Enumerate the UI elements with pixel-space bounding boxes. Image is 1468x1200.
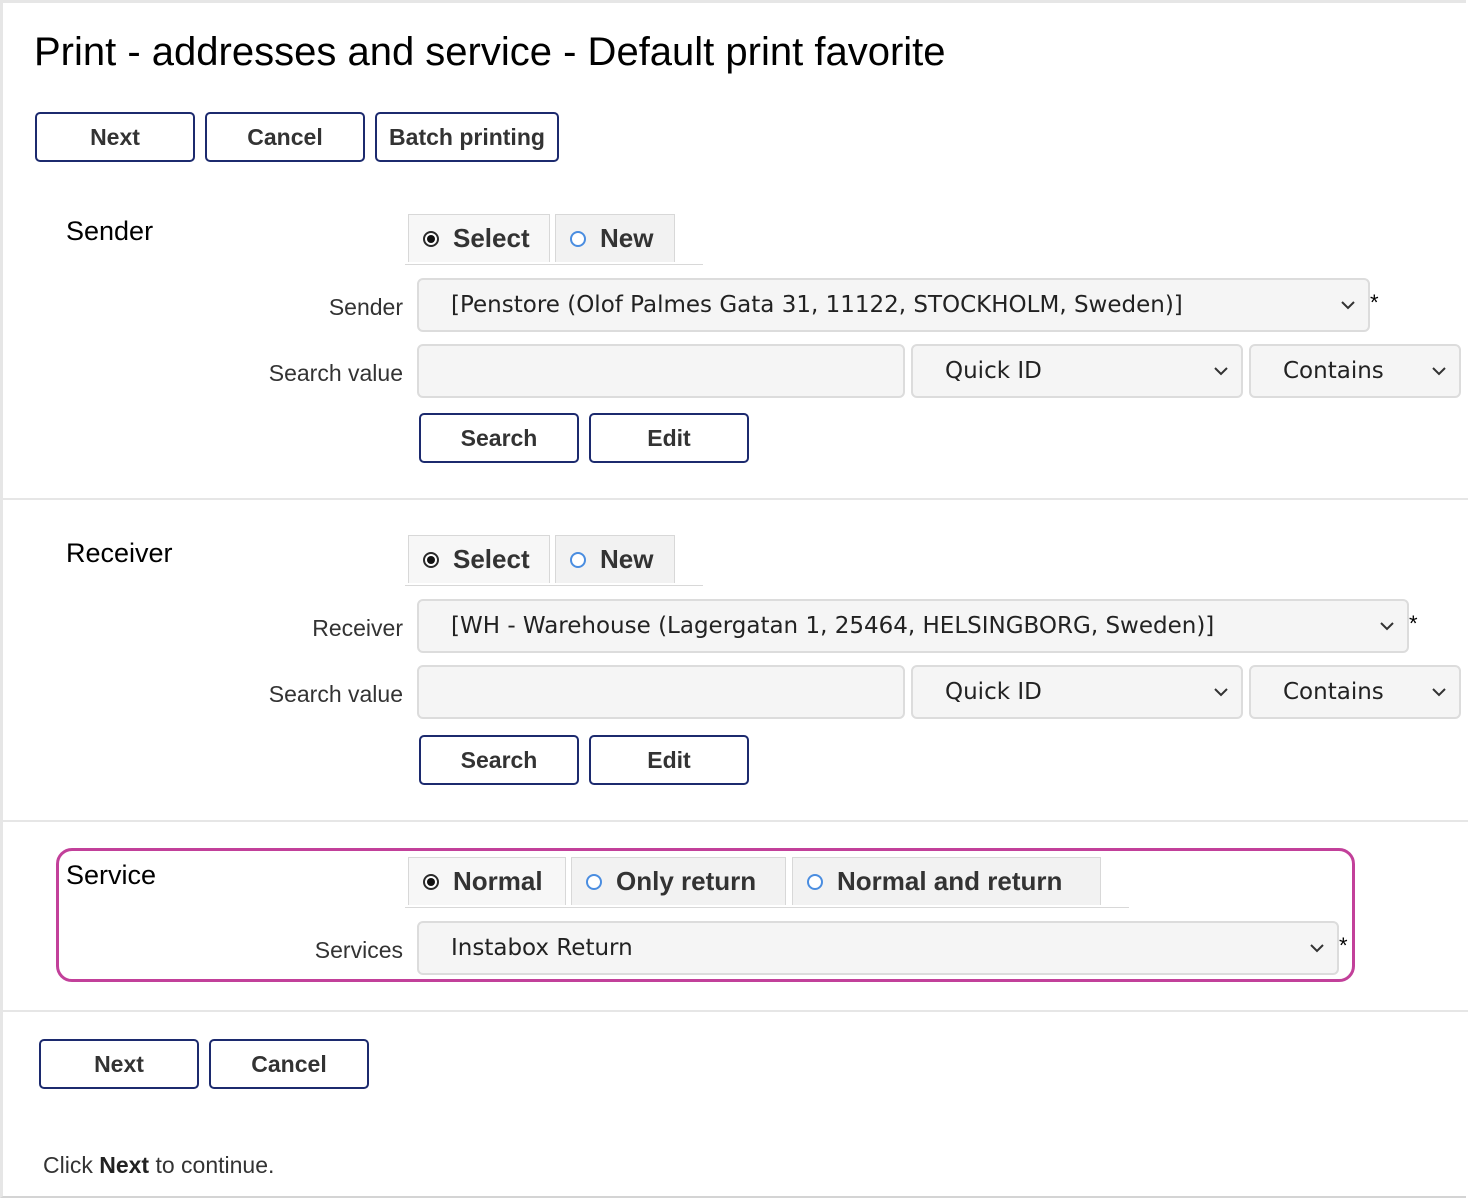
- service-mode-tabs: Normal Only return Normal and return: [405, 857, 1129, 908]
- receiver-search-operator-select[interactable]: Contains: [1249, 665, 1461, 719]
- receiver-tab-new[interactable]: New: [555, 535, 675, 583]
- tab-label: New: [600, 223, 654, 253]
- radio-unchecked-icon[interactable]: [807, 873, 823, 890]
- sender-edit-button[interactable]: Edit: [589, 413, 749, 463]
- receiver-search-input[interactable]: [417, 665, 905, 719]
- service-tab-normal-and-return[interactable]: Normal and return: [792, 857, 1101, 905]
- receiver-selected-value: [WH - Warehouse (Lagergatan 1, 25464, HE…: [451, 613, 1215, 639]
- chevron-down-icon: [1341, 301, 1355, 310]
- sender-section-label: Sender: [66, 216, 154, 246]
- footer-prefix: Click: [43, 1152, 100, 1178]
- section-divider: [3, 1010, 1468, 1012]
- sender-search-field-select[interactable]: Quick ID: [911, 344, 1243, 398]
- tab-label: Select: [453, 223, 530, 253]
- bottom-next-button[interactable]: Next: [39, 1039, 199, 1089]
- service-tab-normal[interactable]: Normal: [408, 857, 566, 905]
- radio-checked-icon[interactable]: [423, 551, 439, 568]
- section-divider: [3, 498, 1468, 500]
- tab-label: Normal and return: [837, 866, 1063, 896]
- radio-checked-icon[interactable]: [423, 873, 439, 890]
- bottom-cancel-button[interactable]: Cancel: [209, 1039, 369, 1089]
- chevron-down-icon: [1214, 367, 1228, 376]
- receiver-search-operator-value: Contains: [1283, 679, 1384, 705]
- service-tab-only-return[interactable]: Only return: [571, 857, 786, 905]
- radio-unchecked-icon[interactable]: [570, 230, 586, 247]
- batch-printing-button[interactable]: Batch printing: [375, 112, 559, 162]
- receiver-search-field-value: Quick ID: [945, 679, 1042, 705]
- chevron-down-icon: [1432, 688, 1446, 697]
- required-marker: *: [1409, 611, 1418, 636]
- tab-label: Only return: [616, 866, 757, 896]
- tab-label: Normal: [453, 866, 543, 896]
- chevron-down-icon: [1310, 944, 1324, 953]
- services-select[interactable]: Instabox Return: [417, 921, 1339, 975]
- receiver-select[interactable]: [WH - Warehouse (Lagergatan 1, 25464, HE…: [417, 599, 1409, 653]
- receiver-search-label: Search value: [268, 681, 403, 707]
- sender-search-operator-select[interactable]: Contains: [1249, 344, 1461, 398]
- receiver-search-button[interactable]: Search: [419, 735, 579, 785]
- required-marker: *: [1370, 290, 1379, 315]
- footer-hint: Click Next to continue.: [43, 1152, 274, 1179]
- receiver-edit-button[interactable]: Edit: [589, 735, 749, 785]
- chevron-down-icon: [1214, 688, 1228, 697]
- sender-selected-value: [Penstore (Olof Palmes Gata 31, 11122, S…: [451, 292, 1183, 318]
- chevron-down-icon: [1432, 367, 1446, 376]
- services-field-label: Services: [314, 937, 403, 963]
- sender-tab-new[interactable]: New: [555, 214, 675, 262]
- cancel-button[interactable]: Cancel: [205, 112, 365, 162]
- page-title: Print - addresses and service - Default …: [34, 30, 946, 74]
- receiver-tab-select[interactable]: Select: [408, 535, 550, 583]
- services-selected-value: Instabox Return: [451, 935, 633, 961]
- chevron-down-icon: [1380, 622, 1394, 631]
- next-button[interactable]: Next: [35, 112, 195, 162]
- receiver-section-label: Receiver: [66, 538, 173, 568]
- receiver-search-field-select[interactable]: Quick ID: [911, 665, 1243, 719]
- sender-search-label: Search value: [268, 360, 403, 386]
- sender-search-field-value: Quick ID: [945, 358, 1042, 384]
- section-divider: [3, 820, 1468, 822]
- sender-search-input[interactable]: [417, 344, 905, 398]
- service-section-label: Service: [66, 860, 157, 890]
- sender-tab-select[interactable]: Select: [408, 214, 550, 262]
- sender-search-operator-value: Contains: [1283, 358, 1384, 384]
- receiver-mode-tabs: Select New: [405, 535, 703, 586]
- tab-label: New: [600, 544, 654, 574]
- sender-field-label: Sender: [328, 294, 403, 320]
- radio-checked-icon[interactable]: [423, 230, 439, 247]
- footer-suffix: to continue.: [149, 1152, 275, 1178]
- tab-label: Select: [453, 544, 530, 574]
- sender-search-button[interactable]: Search: [419, 413, 579, 463]
- radio-unchecked-icon[interactable]: [570, 551, 586, 568]
- sender-select[interactable]: [Penstore (Olof Palmes Gata 31, 11122, S…: [417, 278, 1370, 332]
- sender-mode-tabs: Select New: [405, 214, 703, 265]
- required-marker: *: [1339, 933, 1348, 958]
- receiver-field-label: Receiver: [312, 615, 403, 641]
- footer-bold: Next: [99, 1152, 150, 1178]
- radio-unchecked-icon[interactable]: [586, 873, 602, 890]
